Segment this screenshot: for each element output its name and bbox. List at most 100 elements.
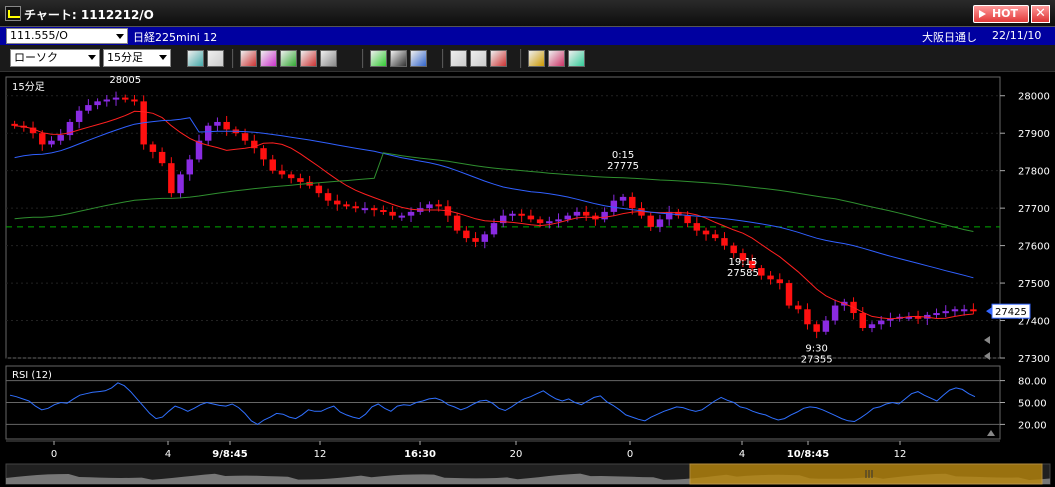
- x-tick-label: 0: [627, 449, 633, 460]
- alert-icon[interactable]: [320, 50, 337, 67]
- candle-body: [785, 283, 793, 306]
- annotation-time: 9:30: [805, 343, 827, 354]
- candle-body: [795, 305, 802, 310]
- hot-button[interactable]: HOT: [973, 5, 1029, 23]
- candle-body: [877, 320, 885, 325]
- candle-body: [241, 133, 249, 141]
- candle-body: [702, 230, 710, 235]
- candle-body: [601, 211, 608, 220]
- x-tick-label: 12: [894, 449, 907, 460]
- bar-chart-icon[interactable]: [280, 50, 297, 67]
- candle-body: [472, 238, 479, 242]
- window-titlebar: チャート: 1112212/O HOT ✕: [0, 0, 1055, 27]
- candle-body: [48, 140, 55, 145]
- annotation-time: 0:15: [612, 150, 634, 161]
- settings-icon[interactable]: [528, 50, 545, 67]
- rsi-tick-label: 20.00: [1018, 420, 1047, 431]
- candle-body: [942, 311, 949, 314]
- candle-body: [352, 206, 359, 209]
- candle-body: [490, 223, 498, 235]
- layout-icon[interactable]: [207, 50, 224, 67]
- candle-body: [39, 133, 46, 145]
- pencil-icon[interactable]: [370, 50, 387, 67]
- candle-body: [684, 215, 691, 224]
- x-tick-label: 4: [739, 449, 745, 460]
- chart-canvas[interactable]: 2800027900278002770027600275002740027300…: [0, 72, 1055, 487]
- candle-body: [287, 174, 295, 179]
- candle-body: [776, 279, 784, 284]
- exchange-label: 大阪日通し: [922, 31, 977, 44]
- split-chart-icon[interactable]: [300, 50, 317, 67]
- candle-body: [334, 200, 341, 205]
- zoom-search-icon[interactable]: [260, 50, 277, 67]
- fit-icon[interactable]: [470, 50, 487, 67]
- price-tick-label: 27900: [1018, 129, 1050, 140]
- cursor-icon[interactable]: [390, 50, 407, 67]
- candle-body: [131, 99, 138, 102]
- candle-body: [822, 320, 830, 332]
- symbol-code: 111.555/O: [10, 29, 68, 42]
- candle-body: [269, 159, 276, 171]
- candle-body: [389, 211, 396, 216]
- candle-body: [57, 135, 64, 141]
- paint-icon[interactable]: [548, 50, 565, 67]
- candle-body: [158, 151, 166, 164]
- candle-body: [859, 313, 866, 329]
- zoom-icon[interactable]: [187, 50, 204, 67]
- annotation-value: 27775: [607, 161, 639, 172]
- annotation-time: 19:15: [729, 257, 758, 268]
- x-tick-label: 9/8:45: [212, 449, 248, 460]
- candle-body: [85, 105, 92, 111]
- chevron-down-icon: [159, 55, 167, 60]
- candle-body: [204, 125, 212, 141]
- candle-body: [730, 245, 737, 254]
- color-icon[interactable]: [568, 50, 585, 67]
- candle-body: [435, 204, 442, 207]
- candle-body: [693, 223, 701, 231]
- window-title: チャート: 1112212/O: [24, 8, 154, 22]
- candle-body: [527, 215, 535, 220]
- candle-body: [960, 309, 968, 312]
- date-label: 22/11/10: [992, 29, 1042, 42]
- candle-body: [509, 213, 516, 216]
- all-icon[interactable]: [490, 50, 507, 67]
- chart-style-select[interactable]: ローソク: [10, 49, 100, 67]
- annotation-value: 27585: [727, 268, 759, 279]
- candle-body: [343, 204, 350, 207]
- x-tick-label: 4: [165, 449, 171, 460]
- drag-icon[interactable]: [410, 50, 427, 67]
- symbol-code-select[interactable]: 111.555/O: [6, 28, 128, 44]
- chart-area[interactable]: 28000 27900 27800 27700 27600 27500 27400 27300…: [0, 72, 1055, 487]
- candle-body: [804, 309, 811, 325]
- play-arrow-icon: [979, 10, 986, 18]
- interval-value: 15分足: [107, 51, 143, 64]
- symbol-name: 日経225mini 12: [133, 31, 218, 44]
- download-icon[interactable]: [240, 50, 257, 67]
- scale-icon[interactable]: [450, 50, 467, 67]
- price-tick-label: 27300: [1018, 354, 1050, 365]
- price-tick-label: 27500: [1018, 279, 1050, 290]
- candle-body: [463, 230, 470, 239]
- toolbar-separator: [520, 49, 522, 68]
- candle-body: [315, 185, 323, 194]
- x-tick-label: 20: [510, 449, 523, 460]
- rsi-tick-label: 50.00: [1018, 399, 1047, 410]
- price-tick-label: 27600: [1018, 242, 1050, 253]
- x-tick-label: 12: [314, 449, 327, 460]
- candle-body: [168, 163, 175, 194]
- price-tick-label: 27700: [1018, 204, 1050, 215]
- hot-label: HOT: [991, 7, 1019, 20]
- interval-select[interactable]: 15分足: [103, 49, 171, 67]
- close-button[interactable]: ✕: [1031, 5, 1050, 23]
- candle-body: [813, 324, 820, 332]
- price-tick-label: 28000: [1018, 92, 1050, 103]
- candle-body: [481, 234, 489, 242]
- candle-body: [361, 208, 369, 211]
- candle-body: [214, 121, 221, 126]
- candle-body: [103, 99, 111, 102]
- candle-body: [278, 170, 286, 175]
- last-price-label: 27425: [995, 307, 1027, 318]
- chart-toolbar: ローソク 15分足: [0, 45, 1055, 72]
- candle-body: [767, 275, 774, 280]
- candle-body: [933, 313, 940, 316]
